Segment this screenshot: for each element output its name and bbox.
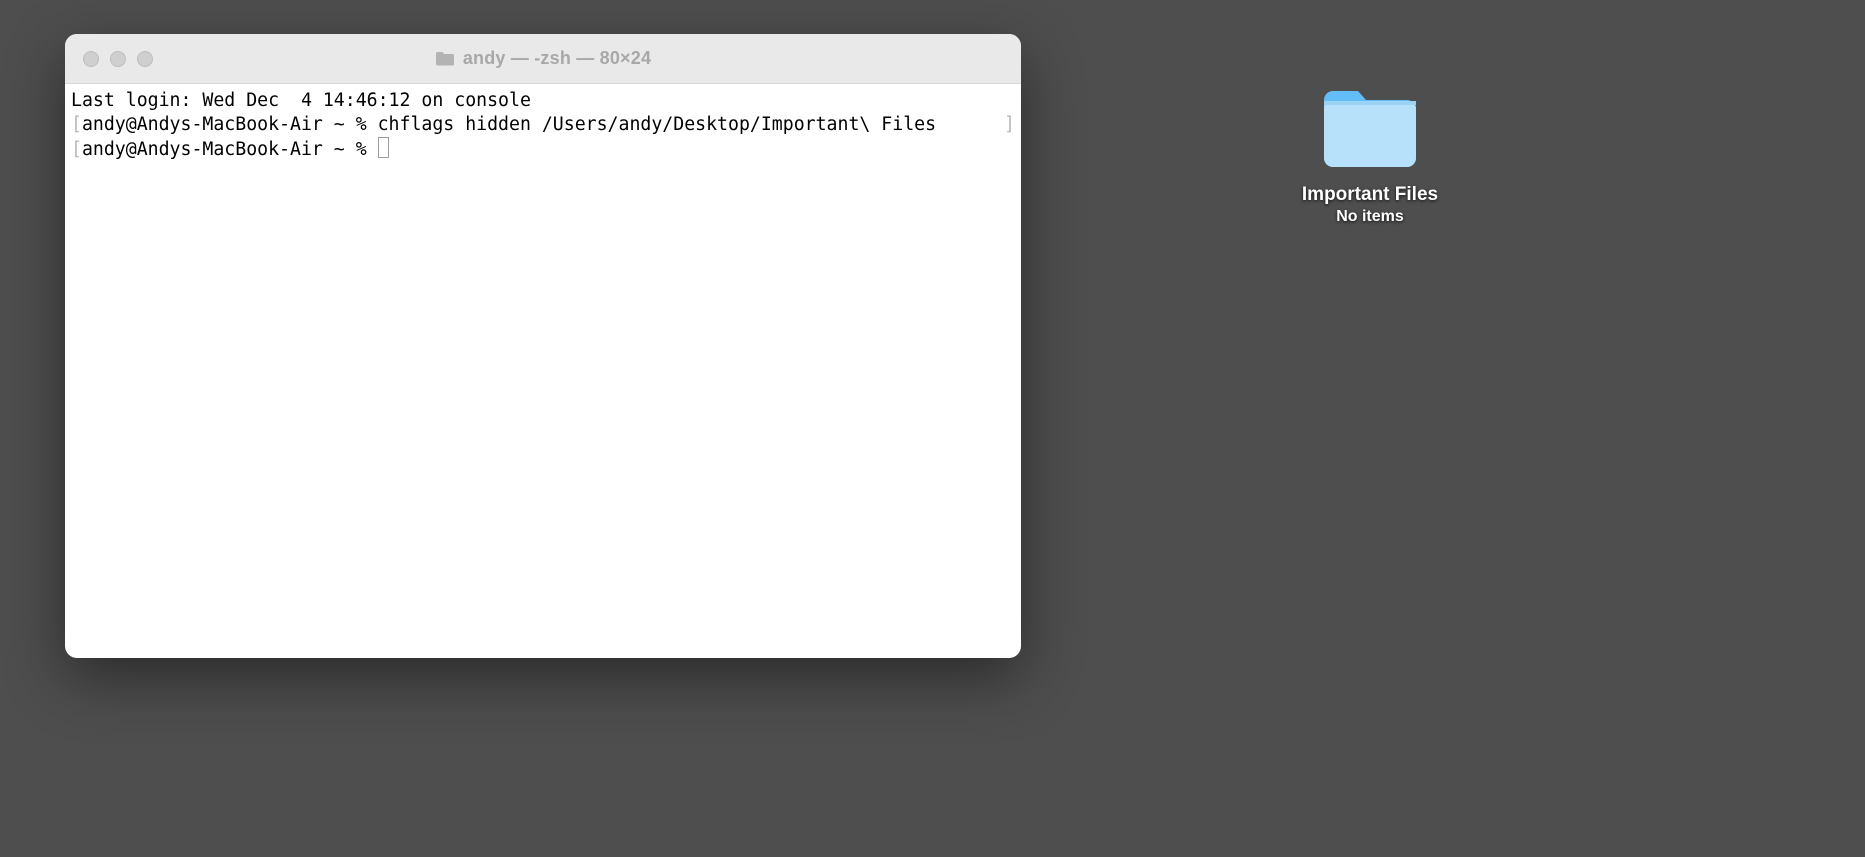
- traffic-lights: [65, 51, 153, 67]
- window-title-text: andy — -zsh — 80×24: [463, 48, 651, 69]
- folder-name-label: Important Files: [1302, 184, 1438, 206]
- folder-item-count: No items: [1336, 208, 1404, 226]
- bracket-open: [: [71, 114, 82, 135]
- window-titlebar[interactable]: andy — -zsh — 80×24: [65, 34, 1021, 84]
- bracket-open: [: [71, 139, 82, 160]
- desktop-folder-important-files[interactable]: Important Files No items: [1290, 86, 1450, 226]
- bracket-close: ]: [1004, 113, 1015, 137]
- minimize-button[interactable]: [110, 51, 126, 67]
- terminal-cursor: [378, 137, 389, 158]
- terminal-line-last-login: Last login: Wed Dec 4 14:46:12 on consol…: [71, 90, 531, 111]
- terminal-window[interactable]: andy — -zsh — 80×24 Last login: Wed Dec …: [65, 34, 1021, 658]
- window-title: andy — -zsh — 80×24: [65, 48, 1021, 69]
- folder-icon: [1320, 86, 1420, 172]
- terminal-command-1: chflags hidden /Users/andy/Desktop/Impor…: [378, 114, 947, 135]
- terminal-body[interactable]: Last login: Wed Dec 4 14:46:12 on consol…: [65, 84, 1021, 658]
- close-button[interactable]: [83, 51, 99, 67]
- zoom-button[interactable]: [137, 51, 153, 67]
- terminal-prompt-2: andy@Andys-MacBook-Air ~ %: [82, 139, 378, 160]
- folder-icon: [435, 50, 455, 67]
- terminal-prompt-1: andy@Andys-MacBook-Air ~ %: [82, 114, 378, 135]
